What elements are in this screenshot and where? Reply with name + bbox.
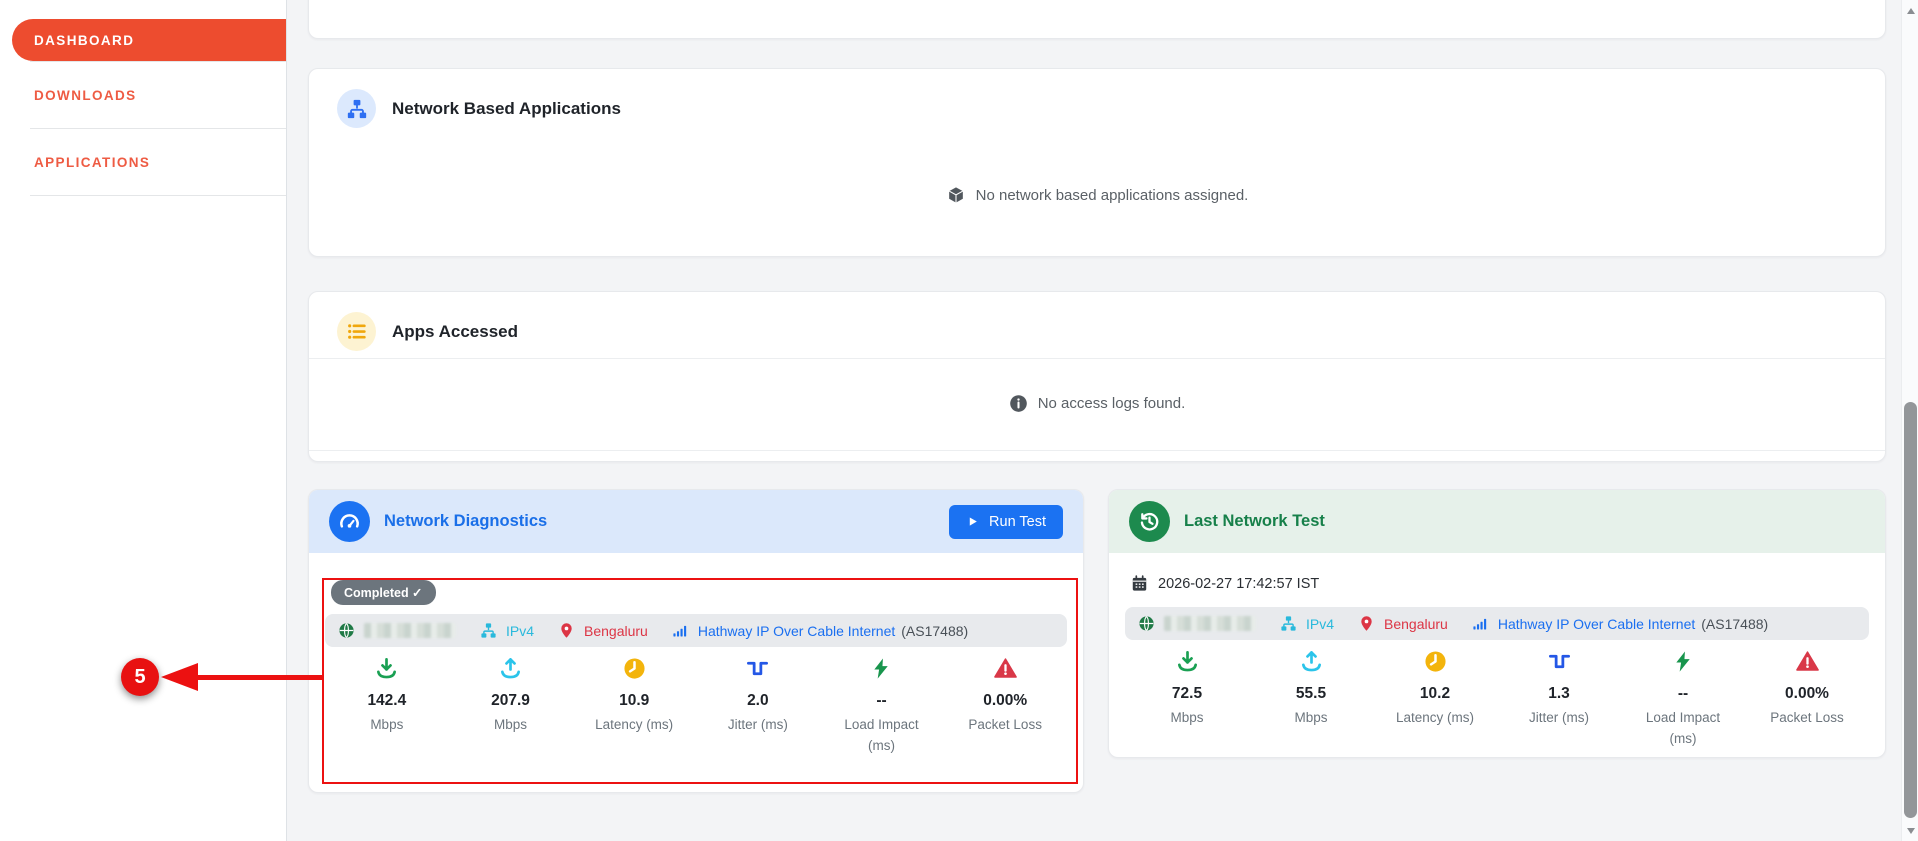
bolt-icon [1672,650,1695,673]
metric-value: -- [1621,685,1745,703]
metric-value: 55.5 [1249,685,1373,703]
card-header: Network Based Applications [309,69,1885,128]
sidebar-item-dashboard[interactable]: DASHBOARD [12,19,286,61]
network-type-icon [1280,615,1297,632]
scrollbar-up-arrow-icon[interactable] [1902,2,1918,19]
square-wave-icon [1548,650,1571,673]
metric-load-impact: -- Load Impact (ms) [1621,650,1745,750]
vertical-scrollbar[interactable] [1901,0,1918,841]
dashboard-page: DASHBOARD DOWNLOADS APPLICATIONS Network… [0,0,1918,841]
metric-label: Packet Loss [1758,708,1856,729]
metric-download: 72.5 Mbps [1125,650,1249,750]
scrollbar-thumb[interactable] [1904,402,1917,818]
metric-label: Mbps [1262,708,1360,729]
gauge-icon [329,501,370,542]
history-icon [1129,501,1170,542]
last-test-result: 2026-02-27 17:42:57 IST IPv4 Bengaluru H… [1109,553,1885,750]
sidebar-item-label: DOWNLOADS [34,88,137,103]
apps-accessed-card: Apps Accessed No access logs found. [308,291,1886,462]
card-header: Apps Accessed [309,292,1885,351]
location: Bengaluru [1384,616,1448,632]
divider [30,195,286,196]
metric-label: Mbps [1138,708,1236,729]
metric-packet-loss: 0.00% Packet Loss [1745,650,1869,750]
empty-state: No network based applications assigned. [309,185,1885,205]
card-header: Last Network Test [1109,490,1885,553]
sidebar-item-label: APPLICATIONS [34,155,150,170]
annotation-step-marker: 5 [121,658,159,696]
clock-icon [1424,650,1447,673]
card-title: Network Based Applications [392,99,621,119]
annotation-arrow-line [196,675,324,680]
card-title: Last Network Test [1184,512,1865,531]
metric-value: 1.3 [1497,685,1621,703]
run-test-button[interactable]: Run Test [949,505,1063,539]
isp-name: Hathway IP Over Cable Internet [1498,616,1695,632]
signal-bars-icon [1472,615,1489,632]
metric-value: 72.5 [1125,685,1249,703]
globe-icon [1138,615,1155,632]
network-based-applications-card: Network Based Applications No network ba… [308,68,1886,257]
redacted-ip [1164,616,1256,631]
info-icon [1009,394,1028,413]
annotation-step-number: 5 [134,666,145,689]
location-pin-icon [1358,615,1375,632]
metric-label: Latency (ms) [1386,708,1484,729]
asn: (AS17488) [1701,616,1768,632]
empty-state: No access logs found. [309,394,1885,413]
ip-version: IPv4 [1306,616,1334,632]
box-icon [946,185,966,205]
run-test-label: Run Test [989,514,1046,530]
annotation-arrowhead-icon [161,663,198,691]
warning-triangle-icon [1796,650,1819,673]
sidebar-item-applications[interactable]: APPLICATIONS [0,129,286,195]
metrics-row: 72.5 Mbps 55.5 Mbps 10.2 Latency (ms) 1.… [1125,650,1869,750]
list-icon [337,312,376,351]
timestamp-row: 2026-02-27 17:42:57 IST [1125,575,1869,592]
divider [309,358,1885,359]
partial-card-top [308,0,1886,39]
metric-latency: 10.2 Latency (ms) [1373,650,1497,750]
empty-message: No network based applications assigned. [976,187,1249,204]
download-icon [1176,650,1199,673]
last-network-test-card: Last Network Test 2026-02-27 17:42:57 IS… [1108,489,1886,758]
metric-value: 0.00% [1745,685,1869,703]
calendar-icon [1131,575,1148,592]
metric-value: 10.2 [1373,685,1497,703]
card-title: Network Diagnostics [384,512,935,531]
sitemap-icon [337,89,376,128]
upload-icon [1300,650,1323,673]
metric-label: Jitter (ms) [1510,708,1608,729]
sidebar-item-downloads[interactable]: DOWNLOADS [0,62,286,128]
card-title: Apps Accessed [392,322,518,342]
empty-message: No access logs found. [1038,395,1186,412]
sidebar-item-label: DASHBOARD [34,33,134,48]
scrollbar-down-arrow-icon[interactable] [1902,822,1918,839]
connection-info-bar: IPv4 Bengaluru Hathway IP Over Cable Int… [1125,607,1869,640]
timestamp: 2026-02-27 17:42:57 IST [1158,576,1319,592]
metric-jitter: 1.3 Jitter (ms) [1497,650,1621,750]
annotation-highlight-box [322,578,1078,784]
sidebar: DASHBOARD DOWNLOADS APPLICATIONS [0,0,287,841]
divider [309,450,1885,451]
metric-upload: 55.5 Mbps [1249,650,1373,750]
card-header: Network Diagnostics Run Test [309,490,1083,553]
metric-label: Load Impact (ms) [1634,708,1732,750]
play-icon [966,515,979,528]
